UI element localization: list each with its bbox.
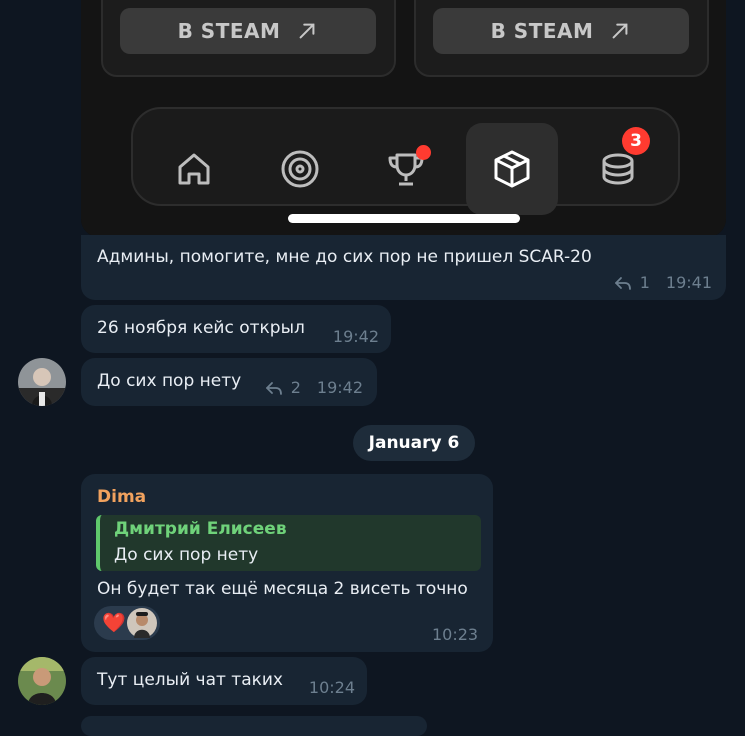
reply-quote[interactable]: Дмитрий Елисеев До сих пор нету [96, 515, 481, 571]
message-bubble[interactable]: 26 ноября кейс открыл 19:42 [81, 305, 391, 353]
nav-home[interactable] [148, 123, 240, 215]
home-indicator [288, 214, 520, 223]
message-text: Админы, помогите, мне до сих пор не приш… [97, 247, 592, 267]
message-meta: 10:23 [432, 625, 478, 644]
message-bubble[interactable]: Админы, помогите, мне до сих пор не приш… [81, 235, 726, 300]
user-photo [18, 358, 66, 406]
reactor-avatar [127, 608, 157, 638]
user-photo [18, 657, 66, 705]
arrow-up-right-icon [612, 23, 628, 39]
bottom-navigation-bar: 3 [131, 107, 680, 215]
steam-button-label: В STEAM [490, 19, 594, 43]
app-screenshot: В STEAM В STEAM 3 [81, 0, 726, 237]
sender-name[interactable]: Dima [97, 487, 146, 507]
message-text: 26 ноября кейс открыл [97, 318, 305, 338]
notification-dot [416, 145, 431, 160]
open-in-steam-button-left[interactable]: В STEAM [120, 8, 376, 54]
reply-icon [614, 276, 631, 290]
message-time: 19:42 [332, 327, 379, 346]
message-text: До сих пор нету [97, 371, 242, 391]
heart-reaction-icon: ❤️ [102, 612, 126, 634]
avatar[interactable] [18, 358, 66, 406]
item-card-left: В STEAM [101, 0, 396, 77]
message-time: 19:41 [665, 273, 712, 292]
reaction-chip[interactable]: ❤️ [94, 606, 160, 640]
message-meta: 19:42 [333, 327, 379, 346]
reply-count[interactable]: 1 [640, 273, 650, 292]
message-bubble[interactable]: До сих пор нету 2 19:42 [81, 358, 377, 406]
home-icon [178, 153, 210, 185]
nav-achievements[interactable] [360, 123, 452, 215]
nav-inventory[interactable] [466, 123, 558, 215]
box-icon [494, 150, 530, 188]
quote-text: До сих пор нету [114, 545, 259, 565]
message-media-image[interactable]: В STEAM В STEAM 3 [81, 0, 726, 237]
message-time: 19:42 [316, 378, 363, 397]
message-meta: 1 19:41 [614, 273, 712, 292]
message-meta: 10:24 [309, 678, 355, 697]
message-bubble[interactable]: Тут целый чат таких 10:24 [81, 657, 367, 705]
balance-badge: 3 [622, 127, 650, 155]
reply-icon [265, 381, 282, 395]
avatar[interactable] [18, 657, 66, 705]
message-bubble[interactable] [81, 716, 427, 736]
message-time: 10:23 [432, 625, 479, 644]
item-card-right: В STEAM [414, 0, 709, 77]
message-text: Тут целый чат таких [97, 670, 283, 690]
message-time: 10:24 [308, 678, 355, 697]
open-in-steam-button-right[interactable]: В STEAM [433, 8, 689, 54]
arrow-up-right-icon [299, 23, 315, 39]
steam-button-label: В STEAM [177, 19, 281, 43]
quote-author: Дмитрий Елисеев [114, 519, 287, 539]
nav-balance[interactable]: 3 [572, 123, 664, 215]
message-text: Он будет так ещё месяца 2 висеть точно [97, 579, 468, 599]
date-separator[interactable]: January 6 [353, 425, 475, 461]
message-meta: 2 19:42 [265, 378, 363, 397]
nav-cases[interactable] [254, 123, 346, 215]
reply-count[interactable]: 2 [291, 378, 301, 397]
disc-icon [281, 150, 319, 188]
